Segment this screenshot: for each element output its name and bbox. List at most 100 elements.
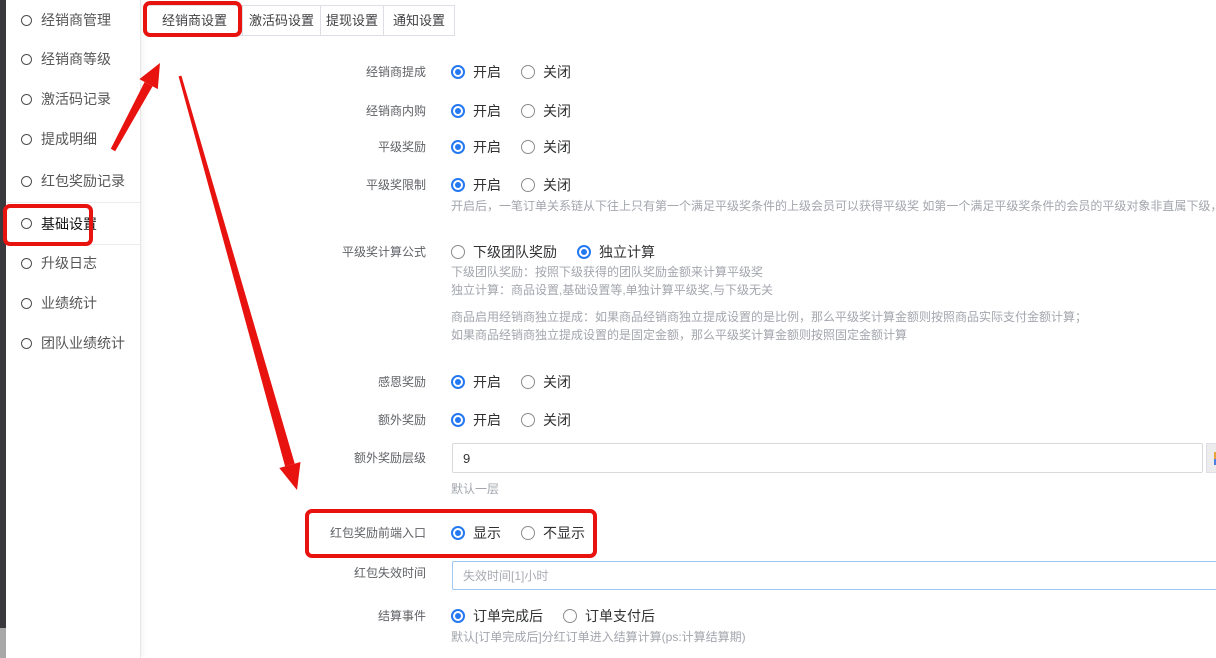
radio-group: 开启 关闭 <box>451 372 591 392</box>
field-label: 额外奖励层级 <box>240 448 426 468</box>
radio-checked-icon <box>451 140 465 154</box>
radio-label: 开启 <box>473 372 501 392</box>
radio-checked-icon <box>451 526 465 540</box>
radio-option-on[interactable]: 开启 <box>451 137 501 157</box>
form-row-peer-reward: 平级奖励 开启 关闭 <box>0 137 1216 157</box>
radio-option-off[interactable]: 关闭 <box>521 410 571 430</box>
radio-option-off[interactable]: 关闭 <box>521 175 571 195</box>
radio-group: 开启 关闭 <box>451 101 591 121</box>
sidebar-item-label: 业绩统计 <box>41 293 97 313</box>
field-label: 额外奖励 <box>240 410 426 430</box>
field-label: 平级奖励 <box>240 137 426 157</box>
redpacket-expire-input[interactable] <box>452 561 1216 590</box>
radio-unchecked-icon <box>521 526 535 540</box>
radio-group: 开启 关闭 <box>451 175 591 195</box>
form-row-peer-reward-formula: 平级奖计算公式 下级团队奖励 独立计算 <box>0 242 1216 262</box>
extra-reward-level-input[interactable] <box>452 443 1203 473</box>
radio-option-off[interactable]: 关闭 <box>521 137 571 157</box>
sidebar-item-team-performance-stats[interactable]: 团队业绩统计 <box>6 323 140 363</box>
settle-event-hint: 默认[订单完成后]分红订单进入结算计算(ps:计算结算期) <box>451 628 746 646</box>
radio-option-on[interactable]: 开启 <box>451 410 501 430</box>
tab-activation-settings[interactable]: 激活码设置 <box>242 5 321 36</box>
radio-option-on[interactable]: 开启 <box>451 101 501 121</box>
radio-checked-icon <box>451 178 465 192</box>
sidebar-item-dealer-manage[interactable]: 经销商管理 <box>6 0 140 40</box>
radio-label: 开启 <box>473 137 501 157</box>
radio-option-off[interactable]: 关闭 <box>521 101 571 121</box>
radio-unchecked-icon <box>521 140 535 154</box>
radio-group: 显示 不显示 <box>451 523 605 543</box>
form-row-thanks-reward: 感恩奖励 开启 关闭 <box>0 372 1216 392</box>
radio-label: 开启 <box>473 62 501 82</box>
form-row-settle-event: 结算事件 订单完成后 订单支付后 <box>0 606 1216 626</box>
radio-group: 开启 关闭 <box>451 137 591 157</box>
radio-checked-icon <box>577 245 591 259</box>
radio-unchecked-icon <box>563 609 577 623</box>
sidebar-item-performance-stats[interactable]: 业绩统计 <box>6 283 140 323</box>
formula-hint-4: 如果商品经销商独立提成设置的是固定金额，那么平级奖计算金额则按照固定金额计算 <box>451 326 907 344</box>
tab-dealer-settings[interactable]: 经销商设置 <box>146 5 243 36</box>
field-label: 经销商提成 <box>240 62 426 82</box>
radio-unchecked-icon <box>521 375 535 389</box>
radio-label: 订单支付后 <box>585 606 655 626</box>
field-label: 结算事件 <box>240 606 426 626</box>
settings-tabbar: 经销商设置 激活码设置 提现设置 通知设置 <box>146 5 455 36</box>
radio-label: 下级团队奖励 <box>473 242 557 262</box>
radio-group: 下级团队奖励 独立计算 <box>451 242 675 262</box>
radio-label: 开启 <box>473 175 501 195</box>
circle-icon <box>21 15 32 26</box>
radio-option-hide[interactable]: 不显示 <box>521 523 585 543</box>
radio-option-on[interactable]: 开启 <box>451 175 501 195</box>
extra-level-hint: 默认一层 <box>451 480 499 498</box>
radio-option-order-complete[interactable]: 订单完成后 <box>451 606 543 626</box>
input-stepper-addon[interactable] <box>1206 443 1216 473</box>
field-label: 平级奖计算公式 <box>240 242 426 262</box>
circle-icon <box>21 218 32 229</box>
radio-unchecked-icon <box>521 178 535 192</box>
sidebar-item-label: 经销商管理 <box>41 10 111 30</box>
field-label: 感恩奖励 <box>240 372 426 392</box>
radio-unchecked-icon <box>521 104 535 118</box>
sidebar-item-label: 基础设置 <box>41 214 97 234</box>
radio-label: 独立计算 <box>599 242 655 262</box>
radio-label: 不显示 <box>543 523 585 543</box>
form-row-dealer-inner-buy: 经销商内购 开启 关闭 <box>0 101 1216 121</box>
radio-label: 订单完成后 <box>473 606 543 626</box>
radio-option-order-paid[interactable]: 订单支付后 <box>563 606 655 626</box>
sidebar-item-basic-settings[interactable]: 基础设置 <box>6 202 140 245</box>
dealer-settings-page: 经销商管理 经销商等级 激活码记录 提成明细 红包奖励记录 基础设置 升级日志 … <box>0 0 1216 658</box>
form-row-peer-reward-limit: 平级奖限制 开启 关闭 <box>0 175 1216 195</box>
radio-option-on[interactable]: 开启 <box>451 372 501 392</box>
field-label: 平级奖限制 <box>240 175 426 195</box>
radio-unchecked-icon <box>521 65 535 79</box>
radio-option-team-reward[interactable]: 下级团队奖励 <box>451 242 557 262</box>
radio-label: 显示 <box>473 523 501 543</box>
form-row-dealer-commission: 经销商提成 开启 关闭 <box>0 62 1216 82</box>
tab-withdraw-settings[interactable]: 提现设置 <box>320 5 384 36</box>
sidebar: 经销商管理 经销商等级 激活码记录 提成明细 红包奖励记录 基础设置 升级日志 … <box>6 0 141 658</box>
tab-notify-settings[interactable]: 通知设置 <box>383 5 455 36</box>
radio-label: 开启 <box>473 101 501 121</box>
radio-option-off[interactable]: 关闭 <box>521 62 571 82</box>
radio-option-on[interactable]: 开启 <box>451 62 501 82</box>
radio-label: 关闭 <box>543 410 571 430</box>
field-label: 红包失效时间 <box>240 563 426 583</box>
radio-label: 关闭 <box>543 101 571 121</box>
formula-hint-1: 下级团队奖励：按照下级获得的团队奖励金额来计算平级奖 <box>451 263 763 281</box>
form-row-redpacket-entry: 红包奖励前端入口 显示 不显示 <box>0 523 1216 543</box>
radio-label: 关闭 <box>543 372 571 392</box>
radio-group: 订单完成后 订单支付后 <box>451 606 675 626</box>
radio-option-off[interactable]: 关闭 <box>521 372 571 392</box>
radio-label: 关闭 <box>543 62 571 82</box>
radio-group: 开启 关闭 <box>451 410 591 430</box>
radio-checked-icon <box>451 65 465 79</box>
radio-group: 开启 关闭 <box>451 62 591 82</box>
radio-checked-icon <box>451 413 465 427</box>
radio-unchecked-icon <box>451 245 465 259</box>
radio-label: 关闭 <box>543 175 571 195</box>
circle-icon <box>21 338 32 349</box>
radio-option-show[interactable]: 显示 <box>451 523 501 543</box>
radio-unchecked-icon <box>521 413 535 427</box>
radio-option-independent[interactable]: 独立计算 <box>577 242 655 262</box>
form-row-extra-reward: 额外奖励 开启 关闭 <box>0 410 1216 430</box>
